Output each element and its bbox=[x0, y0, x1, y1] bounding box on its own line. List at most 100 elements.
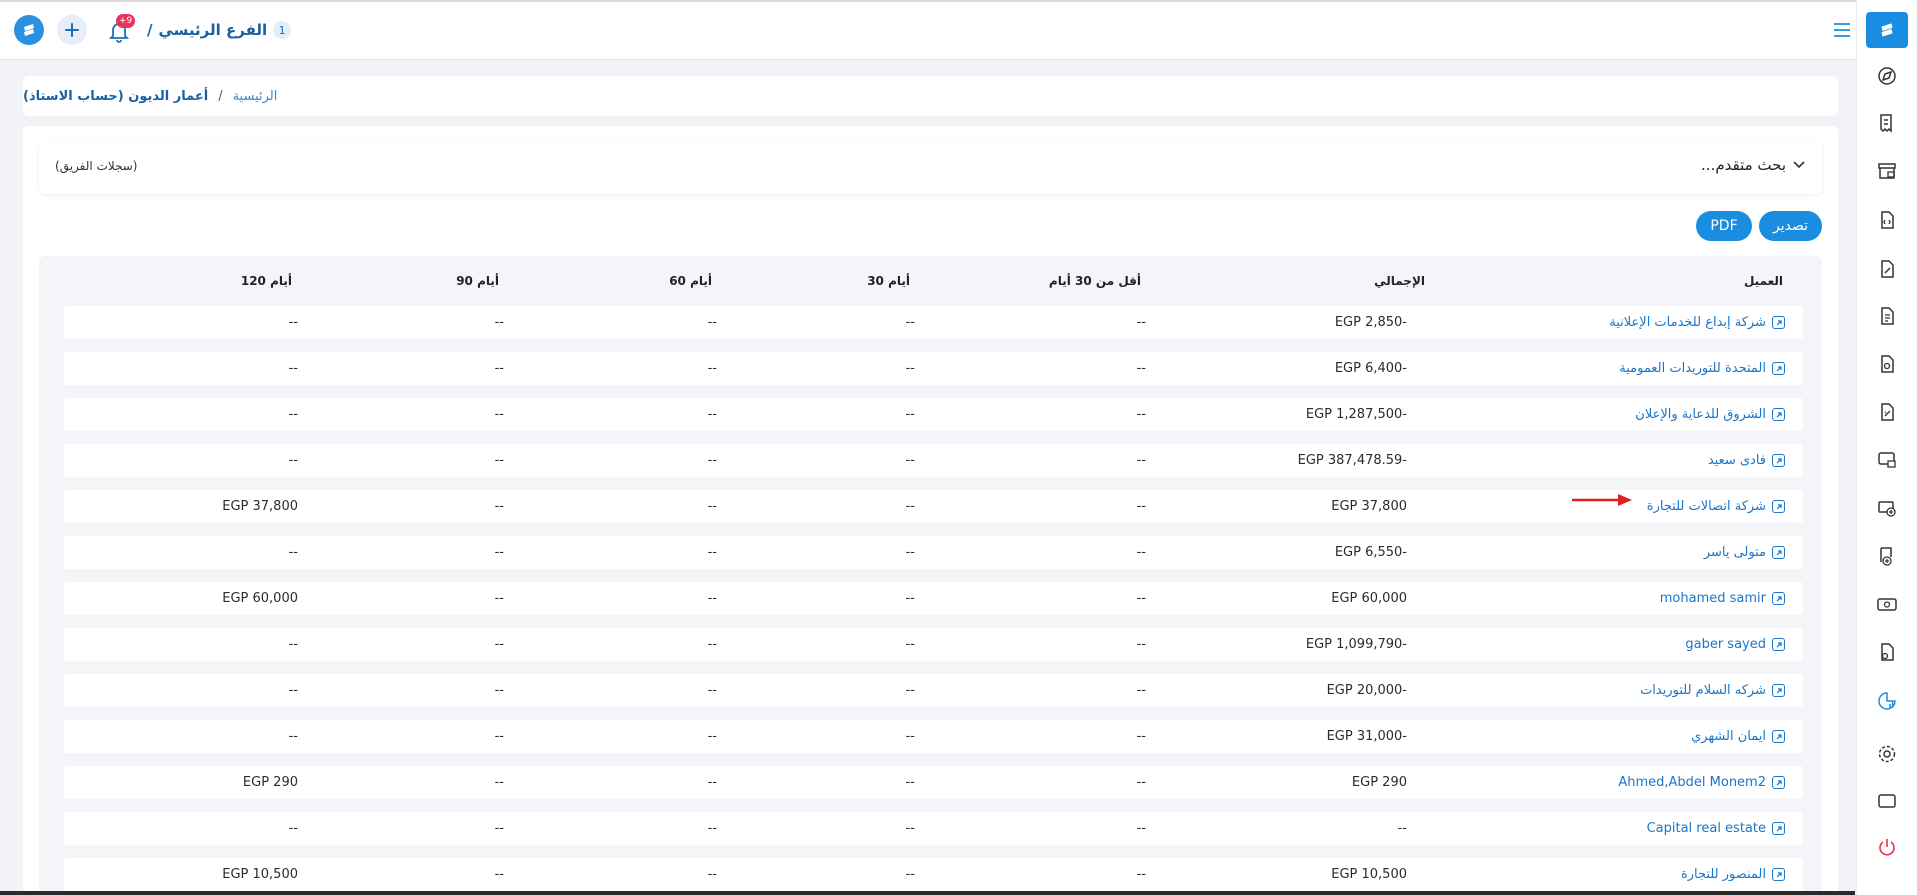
external-link-icon bbox=[1772, 362, 1785, 375]
cell-d120: EGP 37,800 bbox=[222, 499, 298, 514]
add-button[interactable] bbox=[57, 15, 87, 45]
cell-total: EGP 387,478.59- bbox=[1297, 453, 1407, 468]
customer-link[interactable]: متولى ياسر bbox=[1704, 536, 1785, 569]
horizontal-scrollbar[interactable] bbox=[0, 891, 1855, 895]
customer-name: شركة إبداع للخدمات الإعلانية bbox=[1609, 315, 1766, 330]
customer-name: المتحدة للتوريدات العمومية bbox=[1619, 361, 1766, 376]
customer-link[interactable]: المتحدة للتوريدات العمومية bbox=[1619, 352, 1785, 385]
app-logo-icon[interactable] bbox=[14, 15, 44, 45]
cell-lt30: -- bbox=[1136, 637, 1146, 652]
main-content: بحث متقدم... (سجلات الفريق) تصدير PDF ال… bbox=[23, 126, 1838, 895]
customer-name: mohamed samir bbox=[1659, 591, 1766, 606]
customer-link[interactable]: شركه السلام للتوريدات bbox=[1640, 674, 1785, 707]
external-link-icon bbox=[1772, 316, 1785, 329]
branch-selector[interactable]: 1 الفرع الرئيسي / bbox=[147, 16, 292, 44]
menu-toggle-button[interactable] bbox=[1831, 19, 1853, 41]
cell-lt30: -- bbox=[1136, 775, 1146, 790]
customer-name: Ahmed,Abdel Monem2 bbox=[1618, 775, 1766, 790]
document-lines-icon[interactable] bbox=[1873, 302, 1901, 330]
customer-link[interactable]: شركة إبداع للخدمات الإعلانية bbox=[1609, 306, 1785, 339]
table-row: mohamed samir EGP 60,000 -- -- -- -- EGP 60,00… bbox=[64, 582, 1803, 615]
cell-lt30: -- bbox=[1136, 683, 1146, 698]
column-header-60: 60 أيام bbox=[669, 274, 712, 288]
cell-d60: -- bbox=[707, 683, 717, 698]
cash-add-icon[interactable] bbox=[1873, 494, 1901, 522]
customer-name: شركة اتصالات للتجارة bbox=[1646, 499, 1766, 514]
cell-d30: -- bbox=[905, 545, 915, 560]
cell-d30: -- bbox=[905, 821, 915, 836]
table-row: المتحدة للتوريدات العمومية EGP 6,400- -- --… bbox=[64, 352, 1803, 385]
document-edit-icon[interactable] bbox=[1873, 255, 1901, 283]
pdf-button[interactable]: PDF bbox=[1696, 211, 1752, 241]
cell-d60: -- bbox=[707, 361, 717, 376]
compass-icon[interactable] bbox=[1873, 62, 1901, 90]
branch-name: الفرع الرئيسي bbox=[158, 21, 268, 39]
settings-icon[interactable] bbox=[1873, 740, 1901, 768]
customer-link[interactable]: mohamed samir bbox=[1660, 582, 1785, 615]
customer-link[interactable]: gaber sayed bbox=[1685, 628, 1785, 661]
team-records-label: (سجلات الفريق) bbox=[55, 159, 138, 173]
cell-d120: -- bbox=[288, 315, 298, 330]
cell-lt30: -- bbox=[1136, 407, 1146, 422]
customer-link[interactable]: Capital real estate bbox=[1647, 812, 1785, 845]
cell-total: EGP 10,500 bbox=[1331, 867, 1407, 882]
export-button[interactable]: تصدير bbox=[1759, 211, 1822, 241]
report-chart-icon[interactable] bbox=[1873, 687, 1901, 715]
document-user-icon[interactable] bbox=[1873, 638, 1901, 666]
external-link-icon bbox=[1772, 500, 1785, 513]
customer-link[interactable]: الشروق للدعاية والإعلان bbox=[1635, 398, 1785, 431]
store-icon[interactable] bbox=[1873, 157, 1901, 185]
external-link-icon bbox=[1772, 546, 1785, 559]
cell-d30: -- bbox=[905, 867, 915, 882]
cell-d30: -- bbox=[905, 407, 915, 422]
table-row: شركة إبداع للخدمات الإعلانية EGP 2,850- --… bbox=[64, 306, 1803, 339]
cell-d120: -- bbox=[288, 407, 298, 422]
breadcrumb-home-link[interactable]: الرئيسية bbox=[233, 89, 278, 104]
table-row: الشروق للدعاية والإعلان EGP 1,287,500- -- -… bbox=[64, 398, 1803, 431]
cell-total: EGP 2,850- bbox=[1334, 315, 1407, 330]
column-header-customer: العميل bbox=[1743, 274, 1783, 288]
plus-icon bbox=[65, 23, 79, 37]
customer-link[interactable]: شركة اتصالات للتجارة bbox=[1647, 490, 1785, 523]
customer-name: فادى سعيد bbox=[1707, 453, 1766, 468]
customer-link[interactable]: فادى سعيد bbox=[1708, 444, 1785, 477]
table-row: شركة اتصالات للتجارة EGP 37,800 -- -- -- -- EG… bbox=[64, 490, 1803, 523]
cell-d60: -- bbox=[707, 315, 717, 330]
cell-d120: -- bbox=[288, 637, 298, 652]
table-row: Capital real estate -- -- -- -- -- -- bbox=[64, 812, 1803, 845]
screen-icon[interactable] bbox=[1873, 787, 1901, 815]
sidebar-logo-icon[interactable] bbox=[1866, 12, 1908, 48]
notifications-button[interactable]: +9 bbox=[106, 14, 136, 44]
customer-link[interactable]: Ahmed,Abdel Monem2 bbox=[1618, 766, 1785, 799]
advanced-search-label: بحث متقدم... bbox=[1701, 156, 1786, 174]
banknote-icon[interactable] bbox=[1873, 590, 1901, 618]
receipt-add-icon[interactable] bbox=[1873, 542, 1901, 570]
table-row: ايمان الشهري EGP 31,000- -- -- -- -- -- bbox=[64, 720, 1803, 753]
monitor-card-icon[interactable] bbox=[1873, 446, 1901, 474]
cell-lt30: -- bbox=[1136, 499, 1146, 514]
cell-total: -- bbox=[1397, 821, 1407, 836]
breadcrumb-separator: / bbox=[218, 88, 223, 104]
cell-d60: -- bbox=[707, 407, 717, 422]
cell-d120: -- bbox=[288, 729, 298, 744]
branch-count-badge: 1 bbox=[273, 21, 292, 39]
cell-d90: -- bbox=[494, 591, 504, 606]
column-header-30: 30 أيام bbox=[867, 274, 910, 288]
table-row: gaber sayed EGP 1,099,790- -- -- -- -- -- bbox=[64, 628, 1803, 661]
cell-total: EGP 60,000 bbox=[1331, 591, 1407, 606]
cell-d90: -- bbox=[494, 683, 504, 698]
receipt-icon[interactable] bbox=[1873, 109, 1901, 137]
document-tag-alt-icon[interactable] bbox=[1873, 398, 1901, 426]
power-icon[interactable] bbox=[1873, 833, 1901, 861]
external-link-icon bbox=[1772, 638, 1785, 651]
cell-d30: -- bbox=[905, 637, 915, 652]
cell-total: EGP 20,000- bbox=[1326, 683, 1407, 698]
document-code-icon[interactable] bbox=[1873, 206, 1901, 234]
advanced-search-toggle[interactable]: بحث متقدم... bbox=[1701, 156, 1806, 174]
customer-link[interactable]: المنصور للتجارة bbox=[1681, 858, 1785, 891]
external-link-icon bbox=[1772, 454, 1785, 467]
document-tag-icon[interactable] bbox=[1873, 350, 1901, 378]
cell-lt30: -- bbox=[1136, 591, 1146, 606]
customer-link[interactable]: ايمان الشهري bbox=[1691, 720, 1785, 753]
branch-separator: / bbox=[147, 21, 153, 39]
